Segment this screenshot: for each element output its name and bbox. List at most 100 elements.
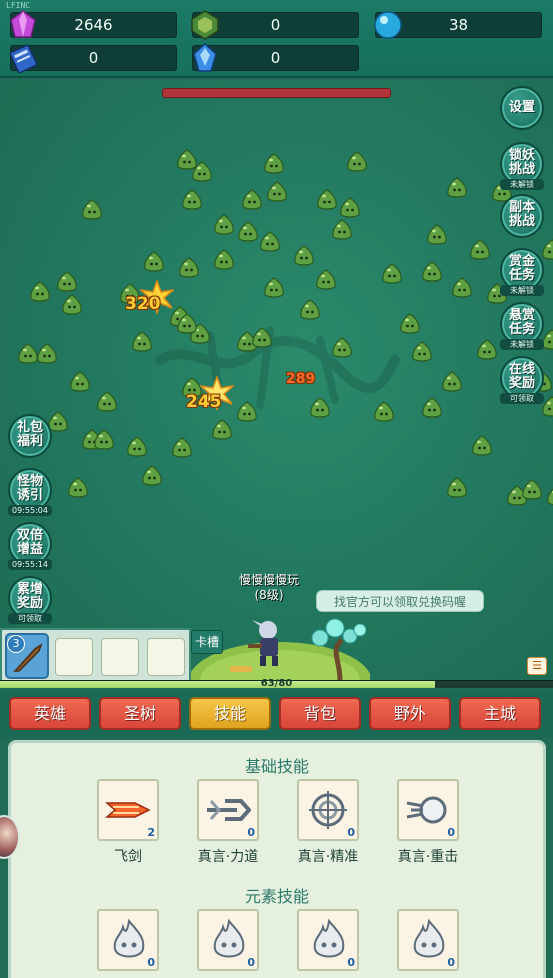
element-skill-slot[interactable]: 0 [297,909,359,971]
slime-monster[interactable] [308,396,332,420]
slime-monster[interactable] [240,188,264,212]
slime-monster[interactable] [80,198,104,222]
slime-monster[interactable] [420,260,444,284]
chat-icon[interactable]: ☰ [527,657,547,675]
skill-true-word-precision[interactable]: 0 [297,779,359,841]
slime-monster[interactable] [410,340,434,364]
slime-monster[interactable] [425,223,449,247]
element-skill-slot[interactable]: 0 [397,909,459,971]
slime-monster[interactable] [177,256,201,280]
skill-level: 0 [247,826,255,839]
slime-monster[interactable] [236,220,260,244]
slime-monster[interactable] [170,436,194,460]
slime-monster[interactable] [130,330,154,354]
skill-name: 真言·力道 [197,849,259,865]
slime-monster[interactable] [212,213,236,237]
slime-monster[interactable] [338,196,362,220]
slime-monster[interactable] [450,276,474,300]
slime-monster[interactable] [315,188,339,212]
slime-monster[interactable] [235,400,259,424]
token-counter: 0 [191,10,359,40]
empty-card-slot[interactable] [147,638,185,676]
tab-backpack[interactable]: 背包 [279,697,361,730]
slime-monster[interactable] [470,434,494,458]
slime-monster[interactable] [445,476,469,500]
cumulative-reward-button[interactable]: 累增奖励 可领取 [8,576,52,624]
slime-monster[interactable] [210,418,234,442]
slime-monster[interactable] [60,293,84,317]
online-reward-button[interactable]: 在线奖励 可领取 [500,356,544,404]
skill-level: 0 [447,826,455,839]
slime-monster[interactable] [540,238,553,262]
slime-monster[interactable] [520,478,544,502]
slime-monster[interactable] [265,180,289,204]
slime-monster[interactable] [330,336,354,360]
card-count-badge: 3 [7,635,25,653]
element-skill-slot[interactable]: 0 [97,909,159,971]
slime-monster[interactable] [345,150,369,174]
demon-lock-challenge-button[interactable]: 锁妖挑战 未解锁 [500,142,544,190]
slime-monster[interactable] [330,218,354,242]
slime-monster[interactable] [28,280,52,304]
battlefield[interactable]: 320 245 289 设置 锁妖挑战 未解锁 副本挑战 赏金任务 未解锁 悬赏… [0,80,553,688]
slime-monster[interactable] [92,428,116,452]
slime-monster[interactable] [468,238,492,262]
reward-task-button[interactable]: 悬赏任务 未解锁 [500,302,544,350]
skill-panel: 基础技能 2 飞剑 0 真言·力道 0 真言·精准 0 真言·重击 元素技能 0… [8,740,546,978]
gift-pack-button[interactable]: 礼包福利 [8,414,52,458]
element-skill-slot[interactable]: 0 [197,909,259,971]
experience-bar: 63/80 [0,678,553,688]
slime-monster[interactable] [68,370,92,394]
slime-monster[interactable] [380,262,404,286]
skill-level: 2 [147,826,155,839]
tab-hero[interactable]: 英雄 [9,697,91,730]
monster-lure-button[interactable]: 怪物诱引 09:55:04 [8,468,52,516]
slime-monster[interactable] [298,298,322,322]
slime-monster[interactable] [55,270,79,294]
slime-monster[interactable] [125,435,149,459]
slime-monster[interactable] [292,244,316,268]
slime-monster[interactable] [250,326,274,350]
settings-button[interactable]: 设置 [500,86,544,130]
tab-main-city[interactable]: 主城 [459,697,541,730]
double-boost-button[interactable]: 双倍增益 09:55:14 [8,522,52,570]
slime-monster[interactable] [545,484,553,508]
tab-skills[interactable]: 技能 [189,697,271,730]
skill-level: 0 [247,956,255,969]
slime-monster[interactable] [445,176,469,200]
skill-level: 0 [447,956,455,969]
slime-monster[interactable] [372,400,396,424]
slime-monster[interactable] [212,248,236,272]
slime-monster[interactable] [314,268,338,292]
slime-monster[interactable] [262,276,286,300]
bounty-task-button[interactable]: 赏金任务 未解锁 [500,248,544,296]
tab-wilderness[interactable]: 野外 [369,697,451,730]
slime-monster[interactable] [262,152,286,176]
slime-monster[interactable] [35,342,59,366]
slime-monster[interactable] [175,312,199,336]
slime-monster[interactable] [95,390,119,414]
empty-card-slot[interactable] [101,638,139,676]
empty-card-slot[interactable] [55,638,93,676]
tab-sacred-tree[interactable]: 圣树 [99,697,181,730]
skill-level: 0 [147,956,155,969]
skill-flying-sword[interactable]: 2 [97,779,159,841]
slime-monster[interactable] [190,160,214,184]
slime-monster[interactable] [420,396,444,420]
card-slot-button[interactable]: 卡槽 [191,630,223,654]
slime-monster[interactable] [142,250,166,274]
skill-name: 飞剑 [114,849,142,865]
slime-monster[interactable] [258,230,282,254]
skill-true-word-heavy-strike[interactable]: 0 [397,779,459,841]
slime-monster[interactable] [398,312,422,336]
slime-monster[interactable] [475,338,499,362]
slime-monster[interactable] [140,464,164,488]
slime-monster[interactable] [66,476,90,500]
crystal-value: 0 [270,49,281,67]
skill-true-word-power[interactable]: 0 [197,779,259,841]
active-card[interactable]: 3 [5,633,49,679]
dungeon-challenge-button[interactable]: 副本挑战 [500,194,544,238]
slime-monster[interactable] [180,188,204,212]
gem-value: 2646 [74,16,113,34]
slime-monster[interactable] [440,370,464,394]
